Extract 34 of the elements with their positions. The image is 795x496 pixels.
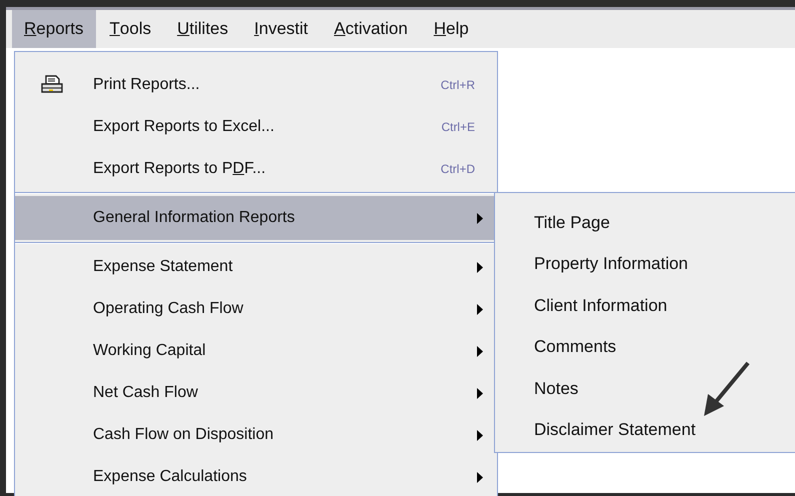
menu-item[interactable]: Client Information xyxy=(495,285,795,326)
menu-item[interactable]: Cash Flow on Disposition xyxy=(15,414,497,456)
menu-item[interactable]: Property Information xyxy=(495,244,795,285)
shortcut-label: Ctrl+D xyxy=(440,162,475,176)
menu-title[interactable]: Reports xyxy=(12,10,96,48)
shortcut-label: Ctrl+R xyxy=(440,78,475,92)
annotation-arrow xyxy=(702,360,752,418)
menu-item[interactable]: Net Cash Flow xyxy=(15,372,497,414)
menu-item[interactable]: Expense Calculations xyxy=(15,456,497,496)
menu-item[interactable]: Export Reports to Excel... Ctrl+E xyxy=(15,106,497,148)
submenu-arrow-icon xyxy=(477,472,483,482)
menu-item[interactable]: Operating Cash Flow xyxy=(15,288,497,330)
menu-item[interactable]: Expense Statement xyxy=(15,246,497,288)
shortcut-label: Ctrl+E xyxy=(441,120,475,134)
menu-title[interactable]: Tools xyxy=(98,10,164,48)
menu-item[interactable]: Disclaimer Statement xyxy=(495,410,795,451)
printer-icon xyxy=(41,75,63,95)
submenu-arrow-icon xyxy=(477,304,483,314)
submenu-arrow-icon xyxy=(477,430,483,440)
submenu-arrow-icon xyxy=(477,388,483,398)
menu-title[interactable]: Investit xyxy=(242,10,320,48)
menu-title[interactable]: Utilites xyxy=(165,10,240,48)
menu-item[interactable]: Print Reports... Ctrl+R xyxy=(15,64,497,106)
menu-item[interactable]: Working Capital xyxy=(15,330,497,372)
menu-item[interactable]: Title Page xyxy=(495,202,795,244)
menu-item[interactable]: Export Reports to PDF... Ctrl+D xyxy=(15,148,497,190)
menu-title[interactable]: Activation xyxy=(322,10,420,48)
menu-item[interactable]: Comments xyxy=(495,326,795,368)
menu-item[interactable]: Notes xyxy=(495,368,795,410)
menu-item[interactable]: General Information Reports xyxy=(15,196,497,240)
submenu-arrow-icon xyxy=(477,262,483,272)
submenu-arrow-icon xyxy=(477,212,483,224)
submenu-arrow-icon xyxy=(477,346,483,356)
menu-title[interactable]: Help xyxy=(422,10,481,48)
